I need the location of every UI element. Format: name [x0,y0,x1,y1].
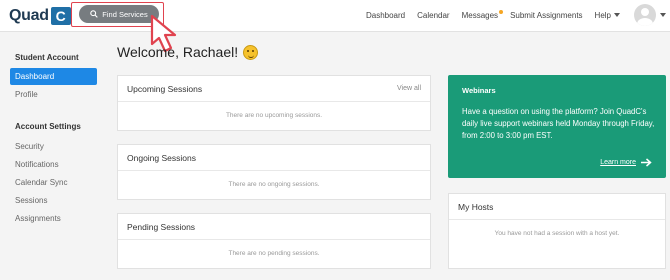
sidebar: Student Account Dashboard Profile Accoun… [0,32,105,280]
sidebar-item-sessions[interactable]: Sessions [15,196,47,205]
sidebar-item-dashboard[interactable]: Dashboard [10,68,97,85]
top-navigation-bar: Quad C Find Services Dashboard Calendar … [0,0,670,32]
page-title: Welcome, Rachael! [117,44,259,60]
student-account-heading: Student Account [15,53,79,62]
nav-calendar[interactable]: Calendar [417,11,449,20]
search-icon [90,10,99,18]
nav-submit-assignments[interactable]: Submit Assignments [510,11,582,20]
help-label: Help [594,10,611,20]
learn-more-label: Learn more [600,159,636,166]
webinars-title: Webinars [462,86,496,95]
nav-help[interactable]: Help [595,11,620,20]
smiley-emoji-icon [243,44,259,60]
sidebar-item-calendar-sync[interactable]: Calendar Sync [15,178,67,187]
logo-text: Quad [9,7,49,24]
empty-message: You have not had a session with a host y… [494,230,620,237]
sidebar-item-security[interactable]: Security [15,142,44,151]
arrow-right-icon [641,158,652,167]
chevron-down-icon [614,13,620,17]
avatar[interactable] [634,4,656,26]
logo-box: C [50,7,71,25]
card-header: Upcoming Sessions View all [118,76,430,102]
ongoing-sessions-card: Ongoing Sessions There are no ongoing se… [117,144,431,200]
my-hosts-card: My Hosts You have not had a session with… [448,193,666,269]
card-title: Ongoing Sessions [127,152,196,163]
empty-message: There are no pending sessions. [228,250,320,257]
chevron-down-icon[interactable] [660,13,666,17]
view-all-link[interactable]: View all [397,85,421,92]
learn-more-link[interactable]: Learn more [600,158,652,167]
welcome-text: Welcome, Rachael! [117,44,239,60]
empty-message: There are no upcoming sessions. [225,112,323,119]
card-header: Pending Sessions [118,214,430,240]
card-title: Pending Sessions [127,221,196,232]
main-nav: Dashboard Calendar Messages Submit Assig… [366,0,670,30]
nav-dashboard[interactable]: Dashboard [366,11,405,20]
empty-message: There are no ongoing sessions. [228,181,320,188]
upcoming-sessions-card: Upcoming Sessions View all There are no … [117,75,431,131]
quadc-logo[interactable]: Quad C [9,6,71,26]
card-title: My Hosts [449,194,665,220]
webinars-body: Have a question on using the platform? J… [462,107,655,140]
card-title: Upcoming Sessions [127,83,203,94]
account-settings-heading: Account Settings [15,122,81,131]
find-services-button[interactable]: Find Services [79,5,159,23]
webinars-card: Webinars Have a question on using the pl… [448,75,666,178]
find-services-label: Find Services [102,9,148,19]
sidebar-item-notifications[interactable]: Notifications [15,160,59,169]
pending-sessions-card: Pending Sessions There are no pending se… [117,213,431,269]
sidebar-item-assignments[interactable]: Assignments [15,214,61,223]
nav-messages[interactable]: Messages [462,9,504,20]
sidebar-item-profile[interactable]: Profile [15,90,38,99]
card-header: Ongoing Sessions [118,145,430,171]
